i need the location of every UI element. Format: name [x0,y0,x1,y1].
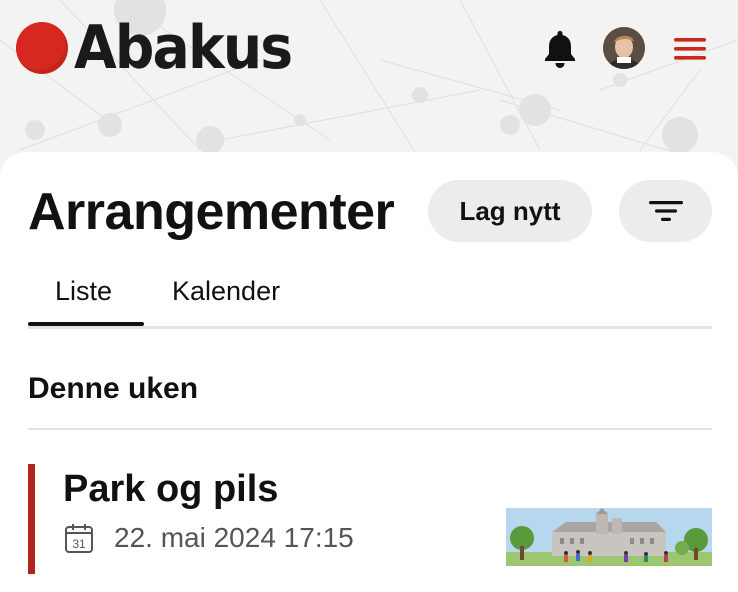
tab-liste[interactable]: Liste [55,276,112,307]
active-tab-indicator [28,322,144,326]
notification-bell-icon[interactable] [540,28,580,70]
calendar-icon: 31 [65,524,93,553]
filter-icon [648,201,683,221]
event-cover-image [506,508,712,566]
event-date: 22. mai 2024 17:15 [114,522,354,553]
logo-text: Abakus [74,13,293,83]
section-heading: Denne uken [28,372,199,405]
create-event-button[interactable]: Lag nytt [428,180,592,242]
logo-dot [16,22,68,74]
site-header: Abakus [0,0,738,150]
view-tabs: Liste Kalender [28,270,712,329]
event-title: Park og pils [63,468,279,510]
event-color-bar [28,464,35,574]
filter-button[interactable] [619,180,712,242]
event-item[interactable]: Park og pils 31 22. mai 2024 17:15 [28,464,712,574]
hamburger-menu-icon[interactable] [672,36,708,62]
section-divider [28,428,712,430]
page-title: Arrangementer [28,183,395,241]
abakus-logo[interactable]: Abakus [16,18,310,78]
calendar-icon-day: 31 [72,537,86,551]
user-avatar[interactable] [603,27,645,69]
avatar-image [603,27,645,69]
tab-kalender[interactable]: Kalender [172,276,280,307]
